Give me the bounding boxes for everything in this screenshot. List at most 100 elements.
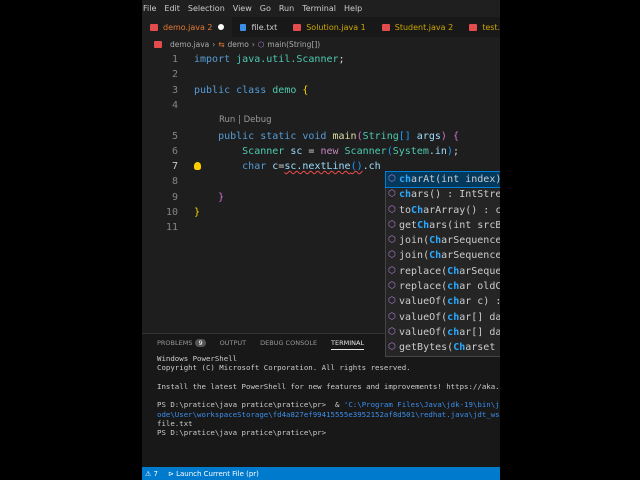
menu-terminal[interactable]: Terminal <box>301 4 341 13</box>
suggestion-match: ch <box>447 281 460 293</box>
java-file-icon <box>154 41 162 48</box>
code-line: } <box>194 205 200 220</box>
code-token: ; <box>452 145 459 157</box>
suggestion-rest: arAt(int index) <box>411 174 500 185</box>
code-token: { <box>302 84 309 96</box>
suggestion-rest: arSequence <box>459 265 500 277</box>
line-number: 11 <box>165 222 178 234</box>
menu-view[interactable]: View <box>232 4 257 13</box>
line-number: 5 <box>171 130 178 142</box>
suggestion-prefix: valueOf( <box>399 296 448 308</box>
suggestion-item[interactable]: ⬡valueOf(char[] data <box>386 325 500 340</box>
tab-file[interactable]: test.ja <box>461 17 500 37</box>
terminal-command: 'C:\Program Files\Java\jdk-19\bin\java. <box>343 400 500 410</box>
suggestion-item[interactable]: ⬡ getBytes(Charset <box>386 340 500 355</box>
method-icon: ⬡ <box>388 265 396 276</box>
suggestion-prefix: valueOf( <box>399 326 448 338</box>
suggestion-item[interactable]: ⬡getChars(int srcBegin <box>386 218 500 233</box>
code-token: } <box>194 191 225 203</box>
method-icon: ⬡ <box>388 250 396 261</box>
menu-help[interactable]: Help <box>343 4 367 13</box>
code-token: Scanner <box>344 145 387 157</box>
suggestion-prefix: get <box>399 219 418 231</box>
debug-icon: ⊳ <box>167 469 174 478</box>
java-file-icon <box>293 23 302 31</box>
tab-file[interactable]: Solution.java 1 <box>285 17 374 37</box>
suggestion-match: Ch <box>411 204 424 216</box>
tab-problems[interactable]: PROBLEMS 9 <box>157 339 206 350</box>
suggestion-match: Ch <box>429 250 442 262</box>
code-token: { <box>452 130 459 142</box>
problems-badge: 9 <box>195 339 206 347</box>
terminal-command: ode\User\workspaceStorage\fd4a827ef99415… <box>157 409 500 419</box>
code-token: java.util.Scanner <box>236 54 339 65</box>
codelens-run-debug[interactable]: Run | Debug <box>219 113 272 128</box>
terminal[interactable]: Windows PowerShell Copyright (C) Microsof… <box>142 350 500 438</box>
code-token: main <box>332 130 357 142</box>
terminal-text: Windows PowerShell <box>157 354 238 363</box>
tab-label: Solution.java 1 <box>306 22 366 32</box>
suggestion-prefix: join( <box>399 250 430 262</box>
chevron-right-icon: › <box>251 40 255 49</box>
suggestion-prefix: to <box>399 204 412 216</box>
suggestion-prefix: replace( <box>399 281 448 293</box>
suggestion-item[interactable]: ⬡ join(CharSequence <box>386 233 500 248</box>
suggestion-item[interactable]: ⬡valueOf(char c) : String <box>386 294 500 309</box>
code-token: public class <box>194 84 273 96</box>
suggestion-item[interactable]: ⬡replace(CharSequence <box>386 264 500 279</box>
lightbulb-icon[interactable] <box>194 162 201 171</box>
code-line: Scanner sc = new Scanner(System.in); <box>194 144 459 159</box>
suggestion-item[interactable]: ⬡toCharArray() : char[] <box>386 203 500 218</box>
terminal-line: file.txt <box>157 419 500 428</box>
menu-bar: File Edit Selection View Go Run Terminal Help <box>142 0 500 17</box>
suggestion-match: Ch <box>453 342 466 354</box>
suggestion-rest: ar[] data <box>459 326 500 338</box>
code-token: char <box>194 161 273 173</box>
terminal-text: PS D:\pratice\java pratice\pratice\pr> <box>157 428 327 438</box>
breadcrumb-method[interactable]: main(String[]) <box>267 40 320 49</box>
tab-file[interactable]: Student.java 2 <box>374 17 461 37</box>
line-number: 2 <box>171 69 178 81</box>
method-icon: ⬡ <box>388 281 396 292</box>
suggestion-item[interactable]: ⬡ join(CharSequence <box>386 248 500 263</box>
menu-file[interactable]: File <box>142 4 161 13</box>
text-file-icon <box>240 23 247 31</box>
chevron-right-icon: › <box>212 40 216 49</box>
method-icon: ⬡ <box>388 189 396 200</box>
warnings-status[interactable]: ⚠ 7 <box>145 470 158 478</box>
suggestion-item[interactable]: ⬡chars() : IntStream <box>386 187 500 202</box>
suggestion-prefix: valueOf( <box>399 311 448 323</box>
code-line: char c=sc.nextLine().ch <box>194 159 381 174</box>
code-token: () <box>350 161 363 173</box>
menu-go[interactable]: Go <box>259 4 276 13</box>
line-number: 8 <box>171 176 178 188</box>
launch-config-status[interactable]: ⊳ Launch Current File (pr) <box>168 470 259 478</box>
warning-icon: ⚠ <box>145 469 152 478</box>
suggestion-item[interactable]: ⬡valueOf(char[] data <box>386 310 500 325</box>
line-number: 7 <box>171 161 178 173</box>
code-token: demo <box>272 84 303 96</box>
tab-file[interactable]: file.txt <box>232 17 285 37</box>
suggestion-prefix: getBytes( <box>399 342 454 354</box>
tab-debug-console[interactable]: DEBUG CONSOLE <box>260 339 317 350</box>
breadcrumb-file[interactable]: demo.java <box>170 40 209 49</box>
tab-output[interactable]: OUTPUT <box>220 339 247 350</box>
breadcrumb-class[interactable]: demo <box>228 40 249 49</box>
suggestion-item[interactable]: ⬡replace(char oldChar <box>386 279 500 294</box>
suggestion-match: Ch <box>417 219 430 231</box>
tab-file[interactable]: demo.java 2 <box>142 17 233 37</box>
suggestion-rest: ar oldChar <box>459 281 500 293</box>
menu-selection[interactable]: Selection <box>187 4 230 13</box>
line-number: 10 <box>165 207 178 218</box>
menu-run[interactable]: Run <box>278 4 299 13</box>
menu-edit[interactable]: Edit <box>163 4 185 13</box>
suggestion-rest: ar[] data <box>459 311 500 323</box>
method-icon: ⬡ <box>388 296 396 307</box>
suggestion-prefix: join( <box>399 235 430 247</box>
line-number: 1 <box>171 54 178 65</box>
tab-terminal[interactable]: TERMINAL <box>331 339 365 350</box>
suggestion-item[interactable]: ⬡ charAt(int index) <box>385 170 500 189</box>
code-line: public static void main(String[] args) { <box>194 129 459 144</box>
vscode-window: File Edit Selection View Go Run Terminal Help d… <box>142 0 500 480</box>
